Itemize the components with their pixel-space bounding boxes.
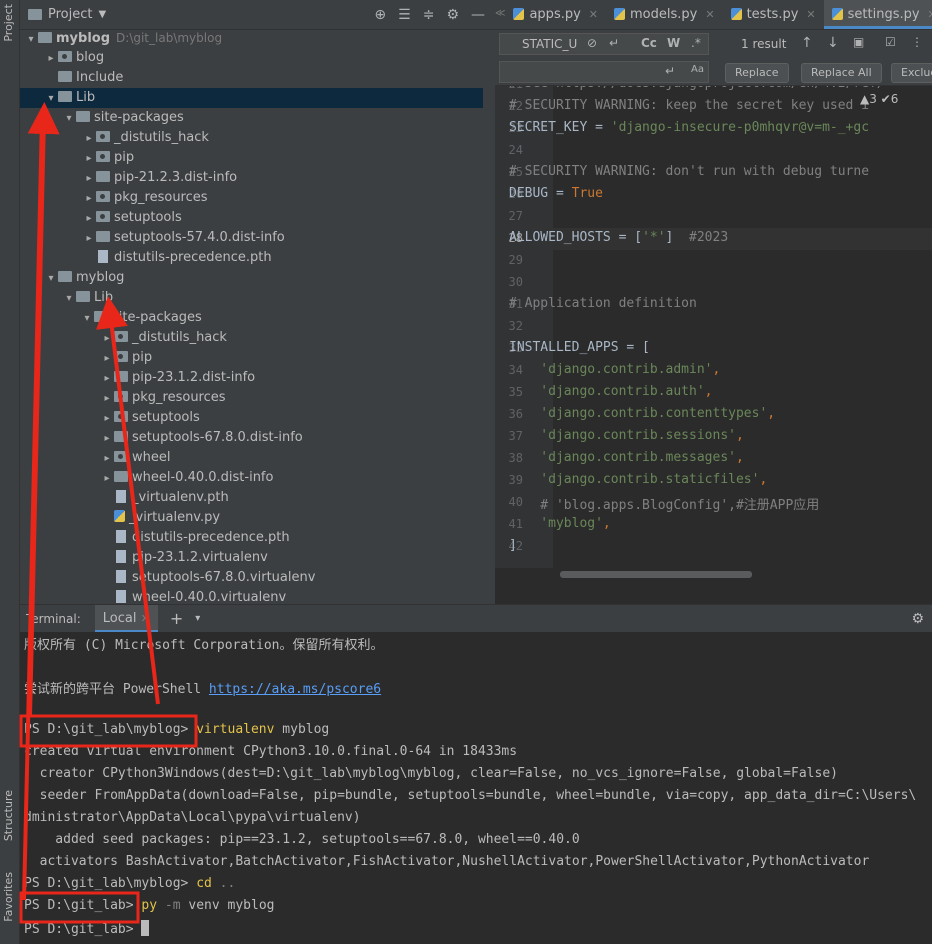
highlight-box-py-venv <box>19 891 140 924</box>
highlight-box-virtualenv <box>19 714 198 748</box>
red-annotation-overlay <box>19 102 198 924</box>
arrow-to-root-lib-2 <box>22 117 44 901</box>
arrow-to-myblog-lib <box>96 296 160 705</box>
